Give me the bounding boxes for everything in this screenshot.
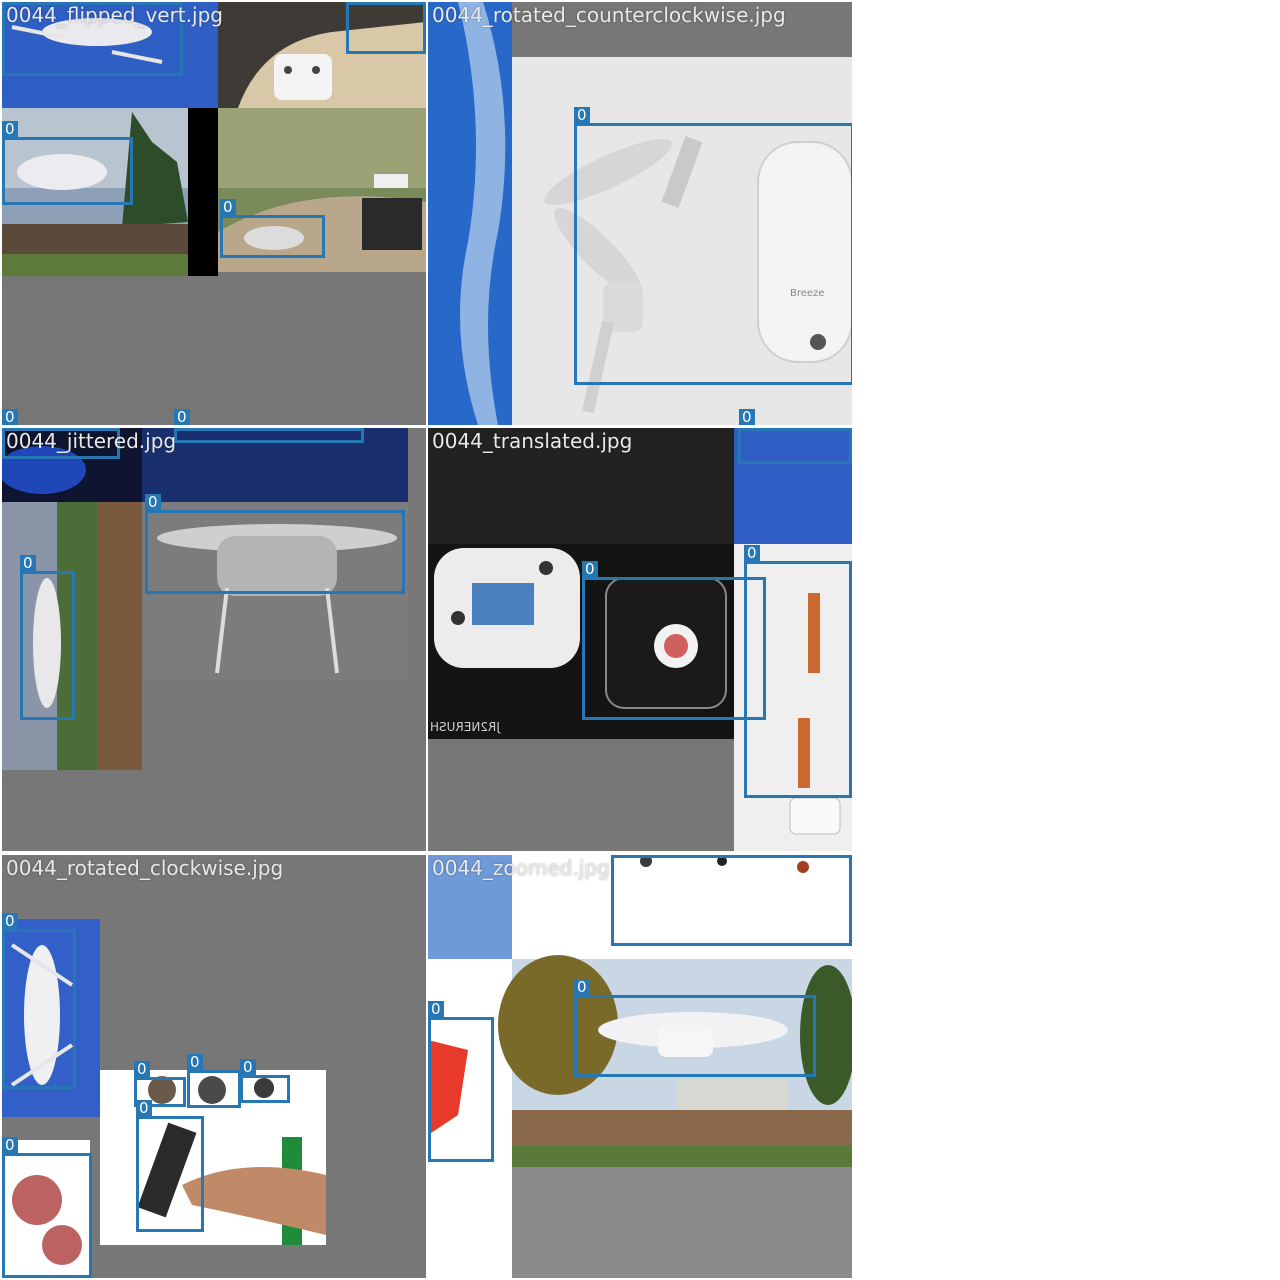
bbox bbox=[428, 1017, 494, 1162]
bbox bbox=[2, 929, 76, 1089]
bbox bbox=[145, 510, 405, 594]
bbox-label: 0 bbox=[2, 409, 18, 425]
bbox-label: 0 bbox=[428, 1001, 444, 1017]
bbox bbox=[574, 995, 816, 1077]
bbox-label: 0 bbox=[582, 561, 598, 577]
tile-title: 0044_zoomed.jpg bbox=[432, 856, 610, 880]
bbox-label: 0 bbox=[574, 979, 590, 995]
bbox bbox=[240, 1075, 290, 1103]
bbox-label: 0 bbox=[134, 1061, 150, 1077]
tile-zoomed: 0044_zoomed.jpg 0 0 0 bbox=[428, 855, 852, 1278]
bbox-label: 0 bbox=[2, 1137, 18, 1153]
tile-rotated-counterclockwise: 0044_rotated_counterclockwise.jpg Breeze… bbox=[428, 2, 852, 425]
bbox bbox=[744, 561, 852, 798]
bbox bbox=[136, 1116, 204, 1232]
tile-title: 0044_rotated_counterclockwise.jpg bbox=[432, 3, 786, 27]
bbox-label: 0 bbox=[744, 545, 760, 561]
bbox bbox=[2, 1153, 92, 1278]
bbox-label: 0 bbox=[20, 555, 36, 571]
bbox-label: 0 bbox=[2, 913, 18, 929]
bbox bbox=[346, 2, 426, 54]
bbox-label: 0 bbox=[739, 409, 755, 425]
bbox bbox=[738, 428, 852, 464]
bbox-label: 0 bbox=[145, 494, 161, 510]
bbox bbox=[174, 428, 364, 443]
bbox bbox=[582, 577, 766, 720]
bbox-label: 0 bbox=[220, 199, 236, 215]
bbox-label: 0 bbox=[240, 1059, 256, 1075]
bbox bbox=[574, 123, 852, 385]
tile-rotated-clockwise: 0044_rotated_clockwise.jpg 0 0 0 0 0 0 bbox=[2, 855, 426, 1278]
bbox bbox=[187, 1070, 241, 1108]
tile-translated: 0044_translated.jpg JR2NERUSH 0 0 0 bbox=[428, 428, 852, 851]
bbox bbox=[2, 137, 133, 205]
tile-title: 0044_flipped_vert.jpg bbox=[6, 3, 223, 27]
bbox-label: 0 bbox=[136, 1100, 152, 1116]
bbox-label: 0 bbox=[174, 409, 190, 425]
bbox bbox=[220, 215, 325, 258]
bbox-label: 0 bbox=[187, 1054, 203, 1070]
bbox-label: 0 bbox=[574, 107, 590, 123]
augmentation-mosaic: 0044_flipped_vert.jpg 0 0 0 0 0044_rotat… bbox=[0, 0, 1280, 1280]
tile-title: 0044_jittered.jpg bbox=[6, 429, 177, 453]
tile-title: 0044_translated.jpg bbox=[432, 429, 633, 453]
tile-jittered: 0044_jittered.jpg 0 0 bbox=[2, 428, 426, 851]
bbox-label: 0 bbox=[2, 121, 18, 137]
bbox bbox=[611, 855, 852, 946]
bbox bbox=[20, 571, 75, 720]
controller-mark: JR2NERUSH bbox=[430, 720, 500, 734]
tile-title: 0044_rotated_clockwise.jpg bbox=[6, 856, 284, 880]
tile-flipped-vert: 0044_flipped_vert.jpg 0 0 0 0 bbox=[2, 2, 426, 425]
